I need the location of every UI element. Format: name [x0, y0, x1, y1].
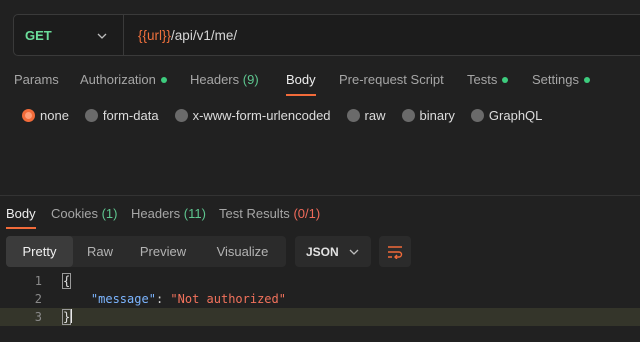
- tab-settings[interactable]: Settings: [532, 72, 590, 87]
- radio-form-data[interactable]: form-data: [84, 107, 159, 123]
- line-number: 2: [34, 292, 42, 306]
- radio-icon: [84, 108, 98, 122]
- language-select[interactable]: JSON: [295, 236, 371, 267]
- body-type-options: none form-data x-www-form-urlencoded raw…: [22, 106, 558, 124]
- status-dot: [583, 76, 590, 83]
- method-label: GET: [25, 27, 52, 43]
- radio-icon: [470, 108, 484, 122]
- tab-headers[interactable]: Headers (9): [190, 72, 259, 87]
- tab-test-results-label: Test Results: [219, 205, 290, 221]
- code-line-current: 3 }: [0, 308, 640, 326]
- radio-none[interactable]: none: [22, 108, 69, 123]
- open-brace: {: [62, 273, 72, 289]
- tab-settings-label: Settings: [532, 71, 579, 87]
- test-results-count: (0/1): [293, 205, 321, 221]
- response-tab-body[interactable]: Body: [6, 206, 36, 229]
- json-key: "message": [90, 292, 156, 306]
- tab-params[interactable]: Params: [14, 72, 59, 87]
- wrap-lines-icon: [388, 245, 403, 259]
- json-value: "Not authorized": [170, 292, 286, 306]
- radio-label: none: [40, 107, 69, 123]
- raw-button[interactable]: Raw: [73, 236, 127, 267]
- radio-icon: [174, 108, 188, 122]
- tab-tests-label: Tests: [467, 71, 498, 87]
- language-select-value: JSON: [306, 244, 339, 259]
- radio-label: binary: [419, 107, 455, 123]
- headers-count: (9): [242, 71, 259, 87]
- tab-pre-request-script[interactable]: Pre-request Script: [339, 72, 444, 87]
- radio-icon: [346, 108, 360, 122]
- url-path: /api/v1/me/: [171, 27, 238, 43]
- line-number: 1: [34, 274, 42, 288]
- radio-selected-icon: [22, 108, 35, 122]
- chevron-down-icon: [349, 249, 359, 255]
- cookies-count: (1): [101, 205, 118, 221]
- json-colon: :: [155, 292, 171, 306]
- tab-body[interactable]: Body: [286, 72, 316, 96]
- pretty-button[interactable]: Pretty: [6, 236, 73, 267]
- radio-label: GraphQL: [488, 107, 543, 123]
- request-tabs: Params Authorization Headers (9) Body Pr…: [0, 62, 640, 96]
- response-tab-headers[interactable]: Headers (11): [131, 206, 206, 221]
- line-number: 3: [34, 310, 42, 324]
- url-bar: GET {{url}}/api/v1/me/: [13, 14, 640, 56]
- tab-tests[interactable]: Tests: [467, 71, 509, 87]
- tab-headers-label: Headers: [190, 71, 240, 87]
- status-dot: [502, 76, 509, 83]
- preview-button[interactable]: Preview: [127, 236, 199, 267]
- response-body-viewer[interactable]: 1 { 2 "message": "Not authorized" 3 }: [0, 272, 640, 326]
- panel-divider[interactable]: [0, 195, 640, 196]
- radio-binary[interactable]: binary: [401, 107, 455, 123]
- radio-x-www-form-urlencoded[interactable]: x-www-form-urlencoded: [174, 107, 331, 123]
- radio-graphql[interactable]: GraphQL: [470, 107, 543, 123]
- tab-cookies-label: Cookies: [51, 205, 98, 221]
- code-line: 2 "message": "Not authorized": [0, 290, 640, 308]
- close-brace: }: [62, 309, 72, 325]
- format-toggle-group: Pretty Raw Preview Visualize: [6, 236, 286, 267]
- radio-label: form-data: [102, 107, 159, 123]
- radio-icon: [401, 108, 415, 122]
- code-line: 1 {: [0, 272, 640, 290]
- text-cursor: [71, 309, 73, 323]
- radio-label: x-www-form-urlencoded: [192, 107, 331, 123]
- url-input[interactable]: {{url}}/api/v1/me/: [124, 28, 237, 43]
- tab-authorization[interactable]: Authorization: [80, 72, 167, 87]
- url-variable: {{url}}: [138, 27, 172, 43]
- response-tab-test-results[interactable]: Test Results (0/1): [219, 206, 320, 221]
- status-dot: [160, 76, 167, 83]
- tab-authorization-label: Authorization: [80, 71, 156, 87]
- response-tabs: Body Cookies (1) Headers (11) Test Resul…: [0, 201, 640, 229]
- wrap-lines-button[interactable]: [379, 236, 411, 267]
- chevron-down-icon: [97, 33, 107, 39]
- radio-raw[interactable]: raw: [346, 107, 386, 123]
- radio-label: raw: [364, 107, 386, 123]
- response-tab-cookies[interactable]: Cookies (1): [51, 206, 117, 221]
- tab-headers-label: Headers: [131, 205, 181, 221]
- response-headers-count: (11): [183, 205, 206, 221]
- visualize-button[interactable]: Visualize: [199, 236, 286, 267]
- method-select[interactable]: GET: [14, 15, 124, 55]
